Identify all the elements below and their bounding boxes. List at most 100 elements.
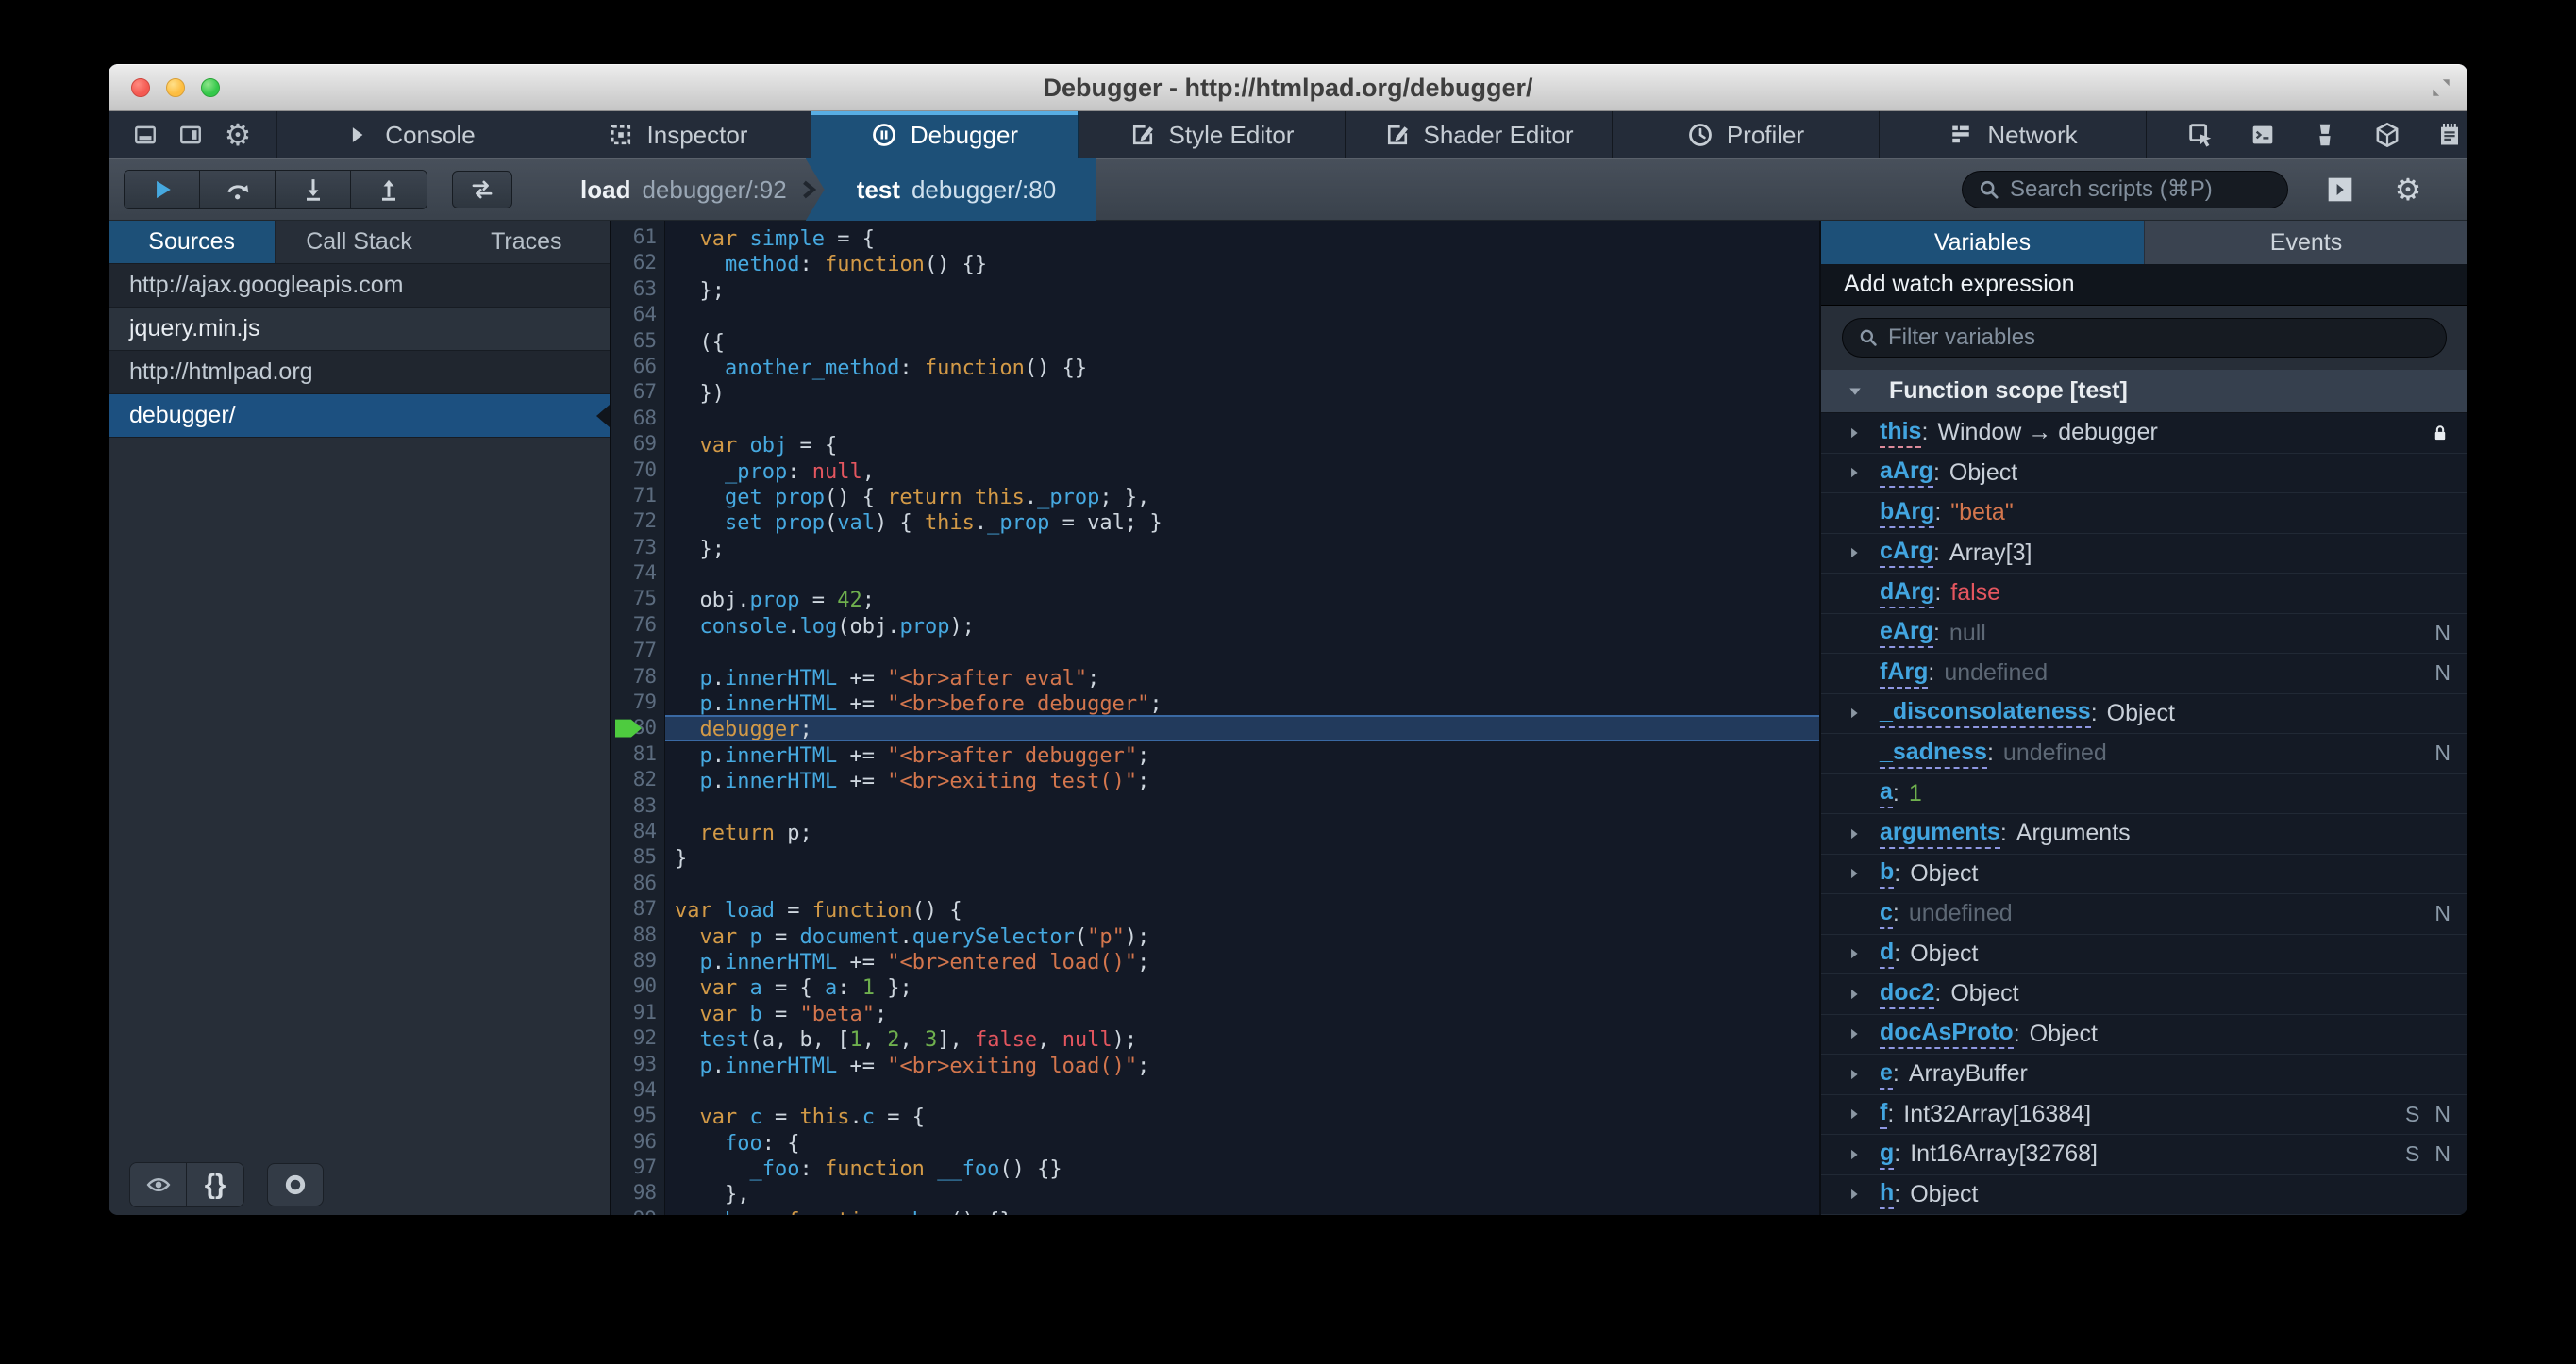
code-text[interactable]: }; [665,535,1819,561]
code-line-68[interactable]: 68 [611,406,1819,431]
sources-tab-sources[interactable]: Sources [109,221,276,263]
code-line-75[interactable]: 75 obj.prop = 42; [611,586,1819,612]
code-line-66[interactable]: 66 another_method: function() {} [611,354,1819,380]
code-line-73[interactable]: 73 }; [611,535,1819,561]
add-watch-expression-row[interactable]: Add watch expression [1821,264,2467,306]
zoom-window-button[interactable] [201,78,220,97]
tab-style-editor[interactable]: Style Editor [1079,111,1346,158]
line-number[interactable]: 91 [611,1000,665,1025]
line-number[interactable]: 81 [611,741,665,767]
line-number[interactable]: 69 [611,431,665,457]
line-number[interactable]: 64 [611,302,665,327]
line-number[interactable]: 70 [611,457,665,483]
code-text[interactable]: another_method: function() {} [665,354,1819,380]
code-text[interactable]: test(a, b, [1, 2, 3], false, null); [665,1025,1819,1052]
code-text[interactable] [665,638,1819,663]
breadcrumb-frame-active[interactable]: test debugger/:80 [805,158,1096,221]
code-text[interactable]: var b = "beta"; [665,1000,1819,1026]
code-line-63[interactable]: 63 }; [611,276,1819,303]
variable-row-g[interactable]: g: Int16Array[32768] S N [1821,1135,2467,1175]
line-number[interactable]: 77 [611,638,665,663]
twisty-right-icon[interactable] [1846,1025,1880,1042]
code-line-82[interactable]: 82 p.innerHTML += "<br>exiting test()"; [611,767,1819,793]
code-line-98[interactable]: 98 }, [611,1180,1819,1206]
code-text[interactable]: }, [665,1180,1819,1206]
twisty-right-icon[interactable] [1846,464,1863,481]
line-number[interactable]: 78 [611,664,665,690]
line-number[interactable]: 66 [611,354,665,379]
code-text[interactable]: }) [665,379,1819,406]
variable-row-this[interactable]: this: Window → debugger [1821,413,2467,454]
tab-debugger[interactable]: Debugger [811,111,1079,158]
code-text[interactable]: var simple = { [665,225,1819,251]
code-text[interactable]: return p; [665,819,1819,845]
line-number[interactable]: 86 [611,871,665,896]
code-text[interactable]: }; [665,276,1819,303]
variable-row-docAsProto[interactable]: docAsProto: Object [1821,1015,2467,1055]
code-text[interactable]: var a = { a: 1 }; [665,973,1819,1000]
twisty-right-icon[interactable] [1846,705,1863,722]
resume-button[interactable] [125,171,200,208]
twisty-right-icon[interactable] [1846,1066,1880,1083]
code-text[interactable]: p.innerHTML += "<br>after eval"; [665,664,1819,690]
line-number[interactable]: 95 [611,1103,665,1128]
code-line-89[interactable]: 89 p.innerHTML += "<br>entered load()"; [611,948,1819,974]
twisty-right-icon[interactable] [1846,1146,1863,1163]
split-console-button[interactable] [2249,121,2277,149]
debugger-options-gear-icon[interactable]: ⚙ [2392,173,2424,207]
variable-row-e[interactable]: e: ArrayBuffer [1821,1055,2467,1095]
code-text[interactable]: ({ [665,328,1819,355]
window-resize-icon[interactable] [2430,76,2452,99]
code-line-95[interactable]: 95 var c = this.c = { [611,1103,1819,1129]
code-line-99[interactable]: 99 bar: function _bar() {}, [611,1206,1819,1215]
tab-profiler[interactable]: Profiler [1613,111,1880,158]
code-text[interactable]: var p = document.querySelector("p"); [665,923,1819,949]
line-number[interactable]: 65 [611,328,665,354]
variable-row-_sadness[interactable]: _sadness: undefined N [1821,734,2467,774]
code-line-76[interactable]: 76 console.log(obj.prop); [611,612,1819,639]
code-line-78[interactable]: 78 p.innerHTML += "<br>after eval"; [611,664,1819,690]
code-text[interactable]: p.innerHTML += "<br>entered load()"; [665,948,1819,974]
code-line-69[interactable]: 69 var obj = { [611,431,1819,457]
line-number[interactable]: 72 [611,508,665,534]
line-number[interactable]: 88 [611,923,665,948]
scratchpad-button[interactable] [2435,121,2464,149]
tab-console[interactable]: Console [277,111,544,158]
line-number[interactable]: 99 [611,1206,665,1215]
code-text[interactable]: set prop(val) { this._prop = val; } [665,508,1819,535]
variable-row-fArg[interactable]: fArg: undefined N [1821,654,2467,694]
line-number[interactable]: 94 [611,1077,665,1103]
code-line-65[interactable]: 65 ({ [611,328,1819,355]
twisty-right-icon[interactable] [1846,825,1880,842]
code-text[interactable]: var c = this.c = { [665,1103,1819,1129]
scope-header[interactable]: Function scope [test] [1821,370,2467,413]
line-number[interactable]: 83 [611,793,665,819]
code-line-85[interactable]: 85} [611,844,1819,871]
code-line-86[interactable]: 86 [611,871,1819,896]
step-over-button[interactable] [200,171,276,208]
filter-variables-input[interactable] [1888,324,2431,351]
sources-tab-call-stack[interactable]: Call Stack [276,221,443,263]
code-text[interactable]: p.innerHTML += "<br>before debugger"; [665,690,1819,716]
code-text[interactable] [665,302,1819,327]
twisty-right-icon[interactable] [1846,544,1880,561]
code-line-93[interactable]: 93 p.innerHTML += "<br>exiting load()"; [611,1052,1819,1078]
dock-side-button[interactable] [178,123,203,147]
dock-bottom-button[interactable] [133,123,158,147]
code-text[interactable]: _prop: null, [665,457,1819,484]
pretty-print-button[interactable]: {} [187,1163,243,1206]
line-number[interactable]: 92 [611,1025,665,1051]
code-text[interactable]: method: function() {} [665,250,1819,276]
twisty-right-icon[interactable] [1846,825,1863,842]
close-window-button[interactable] [131,78,150,97]
code-text[interactable] [665,1077,1819,1103]
code-line-61[interactable]: 61 var simple = { [611,225,1819,251]
variable-row-h[interactable]: h: Object [1821,1175,2467,1215]
twisty-right-icon[interactable] [1846,945,1863,962]
code-line-67[interactable]: 67 }) [611,379,1819,406]
code-editor[interactable]: 61 var simple = {62 method: function() {… [611,221,1819,1215]
code-text[interactable]: bar: function _bar() {}, [665,1206,1819,1215]
code-text[interactable]: var obj = { [665,431,1819,457]
code-text[interactable]: p.innerHTML += "<br>exiting test()"; [665,767,1819,793]
code-line-64[interactable]: 64 [611,302,1819,327]
